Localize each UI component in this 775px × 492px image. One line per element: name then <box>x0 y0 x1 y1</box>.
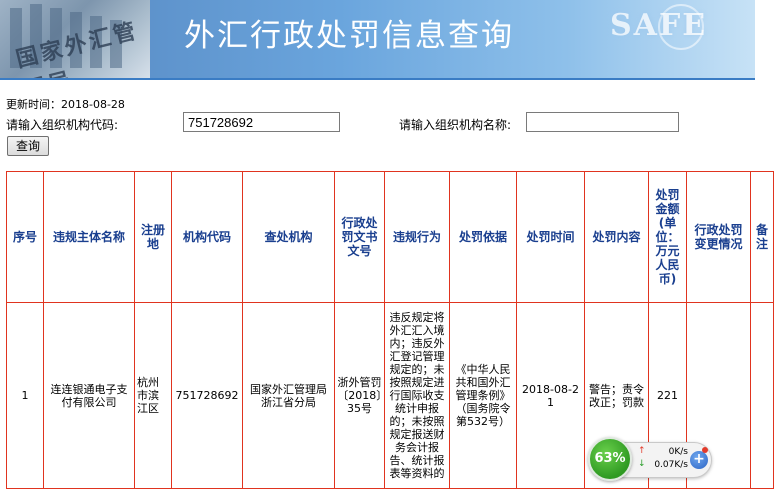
cell-registered-address: 杭州市滨江区 <box>134 302 172 489</box>
update-time: 更新时间：2018-08-28 <box>6 98 125 111</box>
header-cell: 违规主体名称 <box>43 171 135 303</box>
network-speed-widget[interactable]: 63% ↑ 0K/s ↓ 0.07K/s + <box>588 437 712 481</box>
download-speed: 0.07K/s <box>654 460 688 470</box>
cell-authority: 国家外汇管理局浙江省分局 <box>242 302 335 489</box>
header-banner: 国家外汇管理局 外汇行政处罚信息查询 SAFE <box>0 0 755 80</box>
safe-logo: SAFE <box>610 8 708 43</box>
cell-entity-name: 连连银通电子支付有限公司 <box>43 302 135 489</box>
org-name-label: 请输入组织机构名称: <box>399 118 512 132</box>
header-cell: 序号 <box>6 171 44 303</box>
cell-penalty-date: 2018-08-21 <box>516 302 585 489</box>
header-cell: 机构代码 <box>171 171 243 303</box>
header-cell: 注册地 <box>134 171 172 303</box>
notification-dot <box>702 447 708 453</box>
download-arrow-icon: ↓ <box>638 459 646 469</box>
header-cell: 违规行为 <box>384 171 450 303</box>
table-header-row: 序号 违规主体名称 注册地 机构代码 查处机构 行政处罚文书文号 违规行为 处罚… <box>6 171 774 303</box>
org-name-input[interactable] <box>526 112 679 132</box>
header-cell: 处罚依据 <box>449 171 517 303</box>
header-cell: 查处机构 <box>242 171 335 303</box>
header-cell: 处罚时间 <box>516 171 585 303</box>
cell-violation: 违反规定将外汇汇入境内；违反外汇登记管理规定的；未按照规定进行国际收支统计申报的… <box>384 302 450 489</box>
cell-index: 1 <box>6 302 44 489</box>
cell-remarks <box>750 302 774 489</box>
cell-legal-basis: 《中华人民共和国外汇管理条例》（国务院令第532号） <box>449 302 517 489</box>
building-image: 国家外汇管理局 <box>0 0 150 78</box>
plus-icon[interactable]: + <box>690 451 708 469</box>
cell-document-number: 浙外管罚〔2018〕35号 <box>334 302 385 489</box>
upload-speed: 0K/s <box>668 447 688 457</box>
usage-percent[interactable]: 63% <box>588 437 632 481</box>
page-title: 外汇行政处罚信息查询 <box>184 18 514 54</box>
header-cell: 行政处罚文书文号 <box>334 171 385 303</box>
header-cell: 处罚金额(单位：万元人民币) <box>648 171 687 303</box>
upload-arrow-icon: ↑ <box>638 446 646 456</box>
cell-org-code: 751728692 <box>171 302 243 489</box>
header-cell: 处罚内容 <box>584 171 649 303</box>
header-cell: 备注 <box>750 171 774 303</box>
org-code-input[interactable] <box>183 112 340 132</box>
org-code-label: 请输入组织机构代码: <box>6 118 119 132</box>
header-cell: 行政处罚变更情况 <box>686 171 751 303</box>
query-button[interactable]: 查询 <box>7 136 49 156</box>
